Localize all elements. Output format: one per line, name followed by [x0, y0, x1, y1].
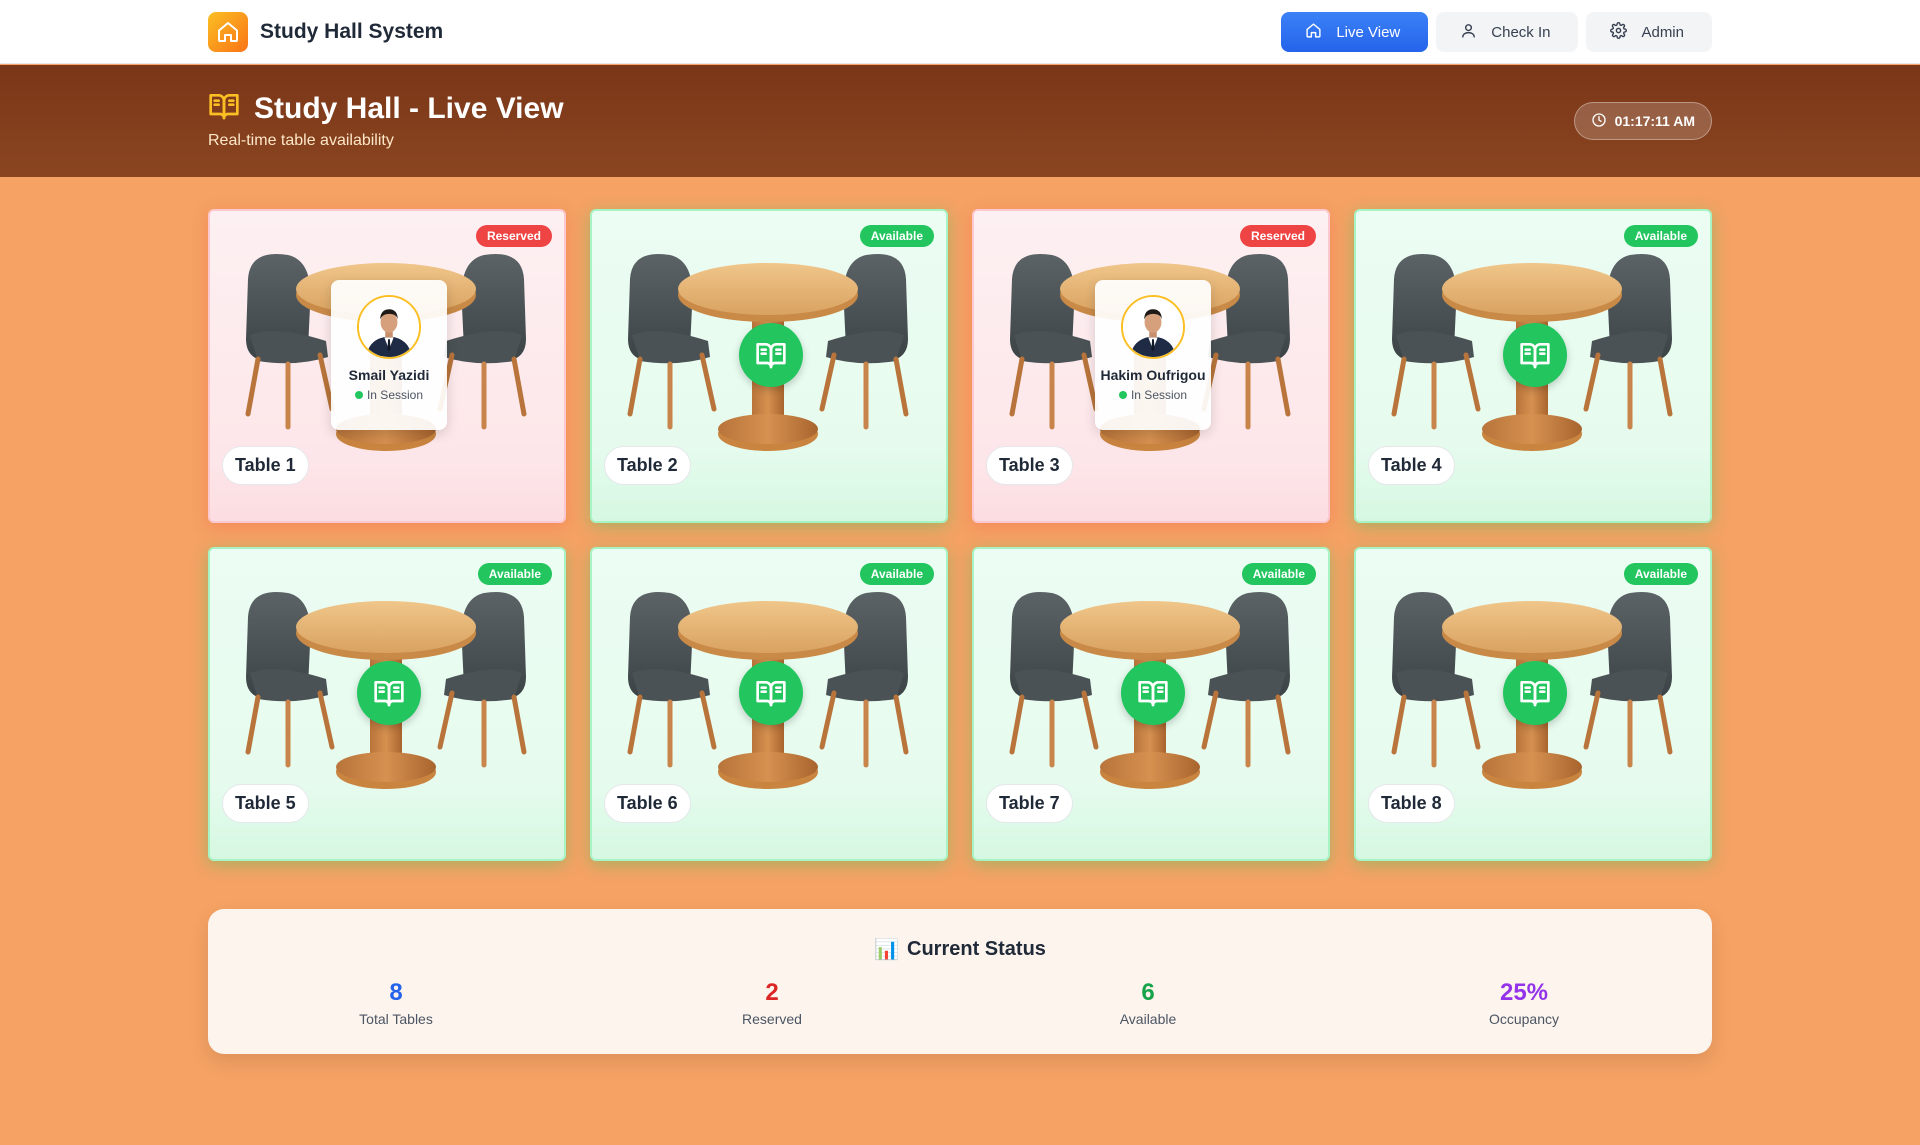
status-badge: Available: [477, 563, 552, 585]
table-label: Table 3: [986, 446, 1073, 485]
table-label: Table 1: [222, 446, 309, 485]
stat-reserved: 2 Reserved: [584, 979, 960, 1027]
occupant-card: Hakim Oufrigou In Session: [1095, 280, 1211, 430]
gear-icon: [1610, 21, 1628, 43]
session-status: In Session: [354, 388, 424, 402]
table-label: Table 6: [604, 784, 691, 823]
table-card[interactable]: Available Table 8: [1354, 547, 1712, 861]
app-title: Study Hall System: [260, 20, 444, 43]
book-open-icon: [739, 661, 803, 725]
stat-label: Available: [1119, 1011, 1177, 1027]
status-badge: Available: [859, 225, 934, 247]
stat-value: 2: [765, 979, 779, 1006]
check-in-label: Check In: [1491, 23, 1551, 41]
session-status-text: In Session: [366, 388, 424, 402]
status-badge: Available: [1623, 225, 1698, 247]
live-view-label: Live View: [1336, 23, 1401, 41]
hero-banner: Study Hall - Live View Real-time table a…: [0, 65, 1920, 177]
book-open-icon: [1503, 323, 1567, 387]
stat-value: 25%: [1499, 979, 1549, 1006]
user-icon: [1460, 22, 1477, 43]
stat-label: Total Tables: [359, 1011, 433, 1027]
book-open-icon: [208, 90, 240, 127]
page-title: Study Hall - Live View: [254, 91, 564, 125]
status-badge: Reserved: [1239, 225, 1316, 247]
stat-occupancy: 25% Occupancy: [1336, 979, 1712, 1027]
table-label: Table 8: [1368, 784, 1455, 823]
table-label: Table 2: [604, 446, 691, 485]
current-status-panel: 📊 Current Status 8 Total Tables 2 Reserv…: [208, 909, 1712, 1054]
table-card[interactable]: Reserved Smail Yazidi In Session Table 1: [208, 209, 566, 523]
status-badge: Available: [1623, 563, 1698, 585]
home-icon: [1305, 22, 1322, 43]
nav-buttons: Live View Check In Admin: [1281, 12, 1712, 52]
clock-time: 01:17:11 AM: [1614, 113, 1695, 129]
chart-icon: 📊: [874, 939, 899, 961]
home-icon: [208, 12, 248, 52]
status-dot-icon: [1118, 391, 1127, 399]
table-label: Table 5: [222, 784, 309, 823]
status-badge: Available: [1241, 563, 1316, 585]
admin-button[interactable]: Admin: [1586, 12, 1712, 52]
stat-value: 6: [1141, 979, 1155, 1006]
status-title: 📊 Current Status: [208, 937, 1712, 962]
stats-row: 8 Total Tables 2 Reserved 6 Available 25…: [208, 979, 1712, 1027]
table-grid: Reserved Smail Yazidi In Session Table 1…: [208, 209, 1712, 861]
avatar: [1121, 295, 1185, 359]
brand[interactable]: Study Hall System: [208, 12, 443, 52]
live-view-button[interactable]: Live View: [1281, 12, 1429, 52]
table-card[interactable]: Available Table 4: [1354, 209, 1712, 523]
stat-label: Reserved: [742, 1011, 802, 1027]
table-label: Table 7: [986, 784, 1073, 823]
book-open-icon: [1503, 661, 1567, 725]
live-clock: 01:17:11 AM: [1573, 102, 1712, 140]
stat-total-tables: 8 Total Tables: [208, 979, 584, 1027]
book-open-icon: [1121, 661, 1185, 725]
occupant-name: Smail Yazidi: [348, 367, 430, 383]
status-badge: Reserved: [475, 225, 552, 247]
table-card[interactable]: Available Table 6: [590, 547, 948, 861]
avatar: [357, 295, 421, 359]
stat-value: 8: [389, 979, 403, 1006]
status-dot-icon: [354, 391, 363, 399]
book-open-icon: [357, 661, 421, 725]
table-card[interactable]: Available Table 7: [972, 547, 1330, 861]
top-nav: Study Hall System Live View Check In Adm…: [0, 0, 1920, 64]
stat-label: Occupancy: [1488, 1011, 1560, 1027]
hero-title-row: Study Hall - Live View: [208, 90, 564, 127]
table-card[interactable]: Reserved Hakim Oufrigou In Session Table…: [972, 209, 1330, 523]
clock-icon: [1591, 112, 1607, 131]
admin-label: Admin: [1641, 23, 1684, 41]
status-title-text: Current Status: [907, 938, 1046, 960]
session-status: In Session: [1118, 388, 1188, 402]
page-subtitle: Real-time table availability: [208, 132, 394, 149]
occupant-card: Smail Yazidi In Session: [331, 280, 447, 430]
table-card[interactable]: Available Table 2: [590, 209, 948, 523]
book-open-icon: [739, 323, 803, 387]
status-badge: Available: [859, 563, 934, 585]
session-status-text: In Session: [1130, 388, 1188, 402]
check-in-button[interactable]: Check In: [1436, 12, 1579, 52]
stat-available: 6 Available: [960, 979, 1336, 1027]
table-card[interactable]: Available Table 5: [208, 547, 566, 861]
table-label: Table 4: [1368, 446, 1455, 485]
occupant-name: Hakim Oufrigou: [1100, 367, 1206, 383]
